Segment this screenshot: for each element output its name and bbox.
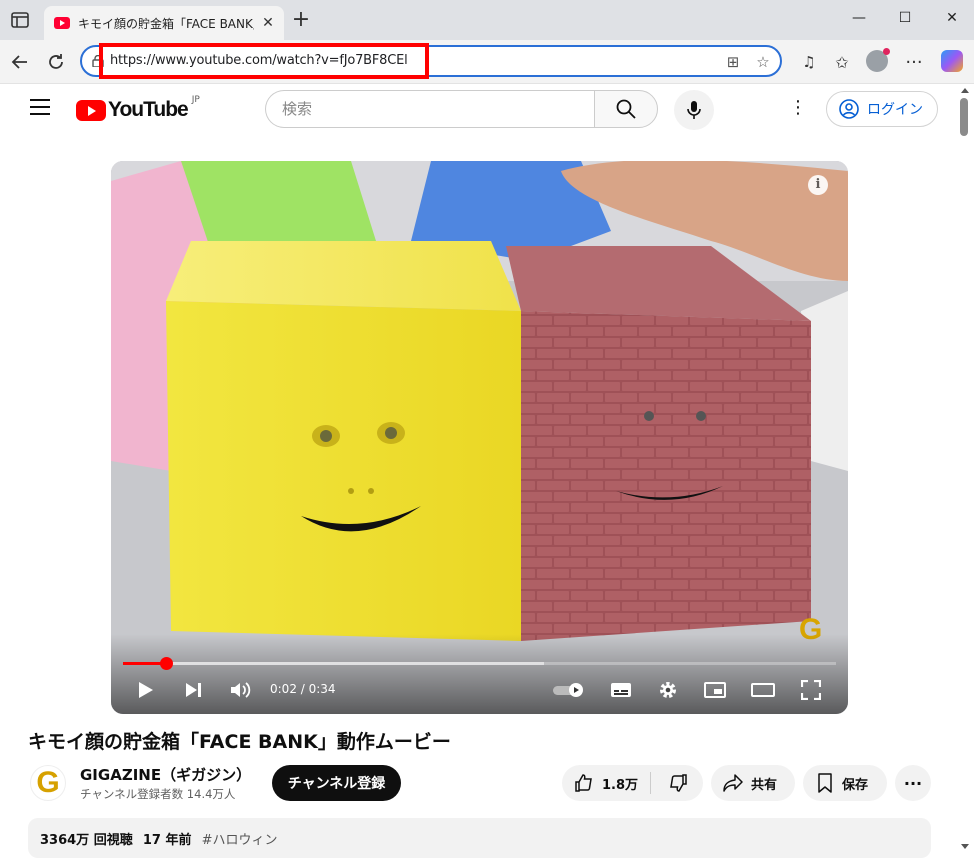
gear-icon bbox=[660, 682, 676, 698]
volume-button[interactable] bbox=[229, 679, 253, 701]
thumbs-down-icon bbox=[670, 774, 687, 792]
scroll-up-icon[interactable] bbox=[961, 88, 969, 93]
theater-mode-button[interactable] bbox=[749, 679, 777, 701]
active-tab[interactable]: キモイ顔の貯金箱「FACE BANK」動作ムービー ✕ bbox=[44, 6, 284, 40]
region-code: JP bbox=[191, 95, 200, 105]
search-input[interactable] bbox=[266, 91, 566, 127]
microphone-icon bbox=[687, 101, 701, 119]
subscribe-button[interactable]: チャンネル登録 bbox=[272, 765, 401, 801]
progress-scrubber[interactable] bbox=[159, 657, 173, 670]
tab-actions-icon[interactable] bbox=[10, 11, 30, 29]
thumbs-up-icon bbox=[575, 774, 592, 792]
bookmark-icon bbox=[818, 773, 832, 793]
login-button[interactable]: ログイン bbox=[826, 91, 938, 127]
upload-age: 17 年前 bbox=[142, 833, 192, 848]
progress-bar[interactable] bbox=[123, 657, 836, 670]
more-actions-button[interactable]: ··· bbox=[895, 765, 931, 801]
channel-name[interactable]: GIGAZINE（ギガジン） bbox=[80, 764, 251, 785]
reload-button[interactable] bbox=[43, 49, 69, 75]
play-button[interactable] bbox=[135, 679, 157, 701]
app-available-icon[interactable]: ⊞ bbox=[724, 53, 742, 71]
fullscreen-button[interactable] bbox=[799, 679, 823, 701]
autoplay-toggle[interactable] bbox=[551, 679, 587, 701]
close-tab-icon[interactable]: ✕ bbox=[260, 15, 276, 31]
search-button[interactable] bbox=[594, 90, 658, 128]
dislike-button[interactable] bbox=[656, 765, 700, 801]
close-window-button[interactable]: ✕ bbox=[940, 10, 964, 26]
minimize-button[interactable]: — bbox=[847, 10, 871, 26]
info-icon[interactable]: i bbox=[808, 175, 828, 195]
subtitles-button[interactable] bbox=[608, 679, 634, 701]
settings-more-button[interactable]: ··· bbox=[901, 49, 927, 75]
next-button[interactable] bbox=[183, 679, 205, 701]
miniplayer-button[interactable] bbox=[702, 679, 728, 701]
read-aloud-button[interactable]: ♫ bbox=[796, 49, 822, 75]
miniplayer-icon bbox=[704, 682, 726, 698]
controls-gradient bbox=[111, 634, 848, 714]
scroll-thumb[interactable] bbox=[960, 98, 968, 136]
login-label: ログイン bbox=[867, 102, 923, 118]
tab-strip: キモイ顔の貯金箱「FACE BANK」動作ムービー ✕ + — ☐ ✕ bbox=[0, 0, 974, 40]
share-label: 共有 bbox=[751, 777, 778, 793]
theater-mode-icon bbox=[751, 683, 775, 697]
favorite-star-icon[interactable]: ☆ bbox=[754, 53, 772, 71]
scroll-down-icon[interactable] bbox=[961, 844, 969, 849]
video-player[interactable]: i G 0:02 / 0:34 bbox=[111, 161, 848, 714]
settings-menu-icon[interactable]: ⋮ bbox=[788, 98, 808, 118]
back-arrow-icon bbox=[11, 55, 27, 69]
like-button[interactable]: 1.8万 bbox=[562, 765, 650, 801]
channel-avatar[interactable]: G bbox=[30, 765, 66, 801]
favorites-list-icon: ✩ bbox=[835, 52, 849, 72]
save-button[interactable]: 保存 bbox=[803, 765, 887, 801]
time-display: 0:02 / 0:34 bbox=[270, 682, 336, 696]
music-note-icon: ♫ bbox=[802, 53, 816, 71]
youtube-header: YouTube JP ⋮ ログイン bbox=[0, 84, 956, 134]
reload-icon bbox=[49, 54, 63, 69]
share-icon bbox=[723, 774, 743, 792]
like-count: 1.8万 bbox=[602, 777, 639, 793]
back-button[interactable] bbox=[7, 49, 33, 75]
copilot-icon[interactable] bbox=[941, 50, 963, 72]
menu-icon[interactable] bbox=[30, 99, 50, 115]
profile-avatar-icon[interactable] bbox=[866, 48, 890, 72]
share-button[interactable]: 共有 bbox=[711, 765, 795, 801]
youtube-favicon-icon bbox=[54, 17, 70, 29]
like-divider bbox=[650, 772, 651, 794]
view-count: 3364万 回視聴 bbox=[40, 833, 133, 848]
autoplay-toggle-icon bbox=[553, 683, 583, 697]
more-dots-icon: ··· bbox=[903, 773, 923, 793]
like-dislike-group: 1.8万 bbox=[562, 765, 703, 801]
maximize-button[interactable]: ☐ bbox=[893, 10, 917, 26]
favorites-button[interactable]: ✩ bbox=[829, 49, 855, 75]
account-icon bbox=[839, 99, 859, 119]
video-title: キモイ顔の貯金箱「FACE BANK」動作ムービー bbox=[28, 731, 451, 753]
fullscreen-icon bbox=[801, 680, 821, 700]
save-label: 保存 bbox=[842, 777, 869, 793]
tab-title: キモイ顔の貯金箱「FACE BANK」動作ムービー bbox=[78, 16, 254, 31]
description-box[interactable]: 3364万 回視聴 17 年前 #ハロウィン bbox=[28, 818, 931, 858]
page-scrollbar[interactable] bbox=[956, 84, 974, 854]
next-icon bbox=[186, 683, 201, 697]
voice-search-button[interactable] bbox=[674, 90, 714, 130]
youtube-logo[interactable]: YouTube JP bbox=[76, 95, 200, 122]
progress-loaded bbox=[123, 662, 544, 665]
url-highlight-box bbox=[99, 43, 429, 79]
search-icon bbox=[616, 99, 636, 119]
more-dots-icon: ··· bbox=[905, 51, 923, 73]
hashtag-link[interactable]: #ハロウィン bbox=[202, 833, 278, 848]
settings-button[interactable] bbox=[655, 679, 681, 701]
volume-icon bbox=[231, 682, 251, 698]
video-frame-image bbox=[111, 161, 848, 714]
youtube-wordmark: YouTube bbox=[108, 98, 189, 121]
new-tab-button[interactable]: + bbox=[290, 9, 312, 32]
search-box bbox=[265, 90, 595, 128]
play-icon bbox=[139, 682, 153, 698]
youtube-play-logo-icon bbox=[76, 99, 106, 121]
subscriber-count: チャンネル登録者数 14.4万人 bbox=[80, 787, 236, 801]
subtitles-icon bbox=[611, 683, 631, 697]
